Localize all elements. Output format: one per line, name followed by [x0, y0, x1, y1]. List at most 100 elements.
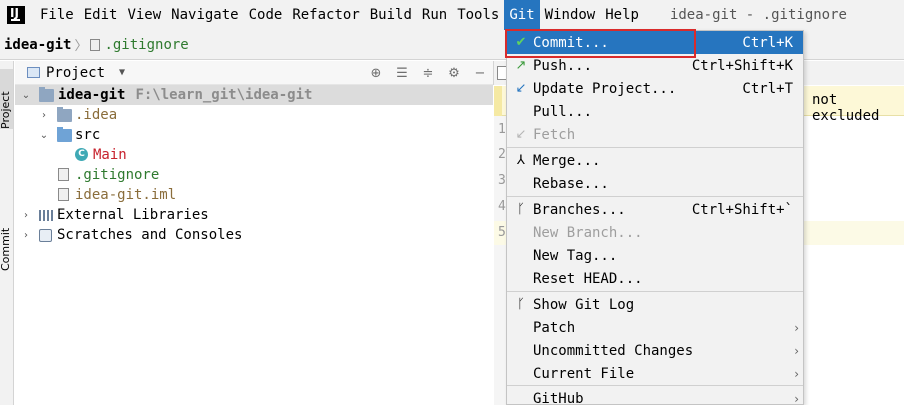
- git-menu-fetch[interactable]: ↙ Fetch: [507, 123, 803, 146]
- folder-icon: [57, 107, 72, 122]
- breadcrumb-file-label: .gitignore: [104, 36, 189, 53]
- menu-file[interactable]: File: [35, 0, 79, 30]
- tree-row-idea[interactable]: › .idea: [15, 105, 493, 125]
- menu-view[interactable]: View: [122, 0, 166, 30]
- git-menu-new-branch[interactable]: New Branch...: [507, 221, 803, 244]
- tree-iml-label: idea-git.iml: [75, 187, 177, 203]
- commit-tool-tab[interactable]: Commit: [0, 211, 13, 271]
- git-menu-pull-label: Pull...: [533, 103, 593, 120]
- menu-code[interactable]: Code: [244, 0, 288, 30]
- ignore-file-icon: [58, 168, 69, 181]
- project-panel-title[interactable]: Project: [46, 65, 105, 81]
- breadcrumb-file[interactable]: .gitignore: [90, 36, 189, 53]
- project-tree: ⌄ idea-git F:\learn_git\idea-git › .idea …: [15, 85, 493, 245]
- git-menu-current-file[interactable]: Current File ›: [507, 362, 803, 385]
- git-menu-branches[interactable]: ᚴ Branches... Ctrl+Shift+`: [507, 198, 803, 221]
- tree-root-path: F:\learn_git\idea-git: [135, 87, 313, 103]
- git-menu-show-git-log[interactable]: ᚴ Show Git Log: [507, 293, 803, 316]
- git-menu-merge[interactable]: ⅄ Merge...: [507, 149, 803, 172]
- banner-edge: [494, 86, 502, 116]
- menu-separator: [507, 385, 803, 386]
- gear-icon[interactable]: ⚙: [441, 66, 467, 81]
- project-panel-header: Project ▼ ⊕ ☰ ≑ ⚙ −: [15, 61, 493, 85]
- git-menu-new-tag[interactable]: New Tag...: [507, 244, 803, 267]
- git-menu-rebase[interactable]: Rebase...: [507, 172, 803, 195]
- tree-row-external-libraries[interactable]: › External Libraries: [15, 205, 493, 225]
- git-menu-reset-head-label: Reset HEAD...: [533, 270, 643, 287]
- window-title: idea-git - .gitignore: [669, 7, 847, 23]
- library-icon: [39, 210, 53, 221]
- chevron-down-icon[interactable]: ⌄: [39, 130, 49, 141]
- git-menu-update-project[interactable]: ↙ Update Project... Ctrl+T: [507, 77, 803, 100]
- merge-icon: ⅄: [517, 153, 525, 168]
- git-menu-merge-label: Merge...: [533, 152, 601, 169]
- branch-icon: ᚴ: [517, 202, 525, 217]
- breadcrumb-separator-icon: 〉: [74, 39, 88, 54]
- chevron-right-icon[interactable]: ›: [39, 110, 49, 121]
- chevron-right-icon: ›: [794, 366, 799, 381]
- tree-row-root[interactable]: ⌄ idea-git F:\learn_git\idea-git: [15, 85, 493, 105]
- chevron-down-icon[interactable]: ⌄: [21, 90, 31, 101]
- git-menu-push-label: Push...: [533, 57, 593, 74]
- update-arrow-icon: ↙: [515, 81, 527, 96]
- chevron-down-icon[interactable]: ▼: [119, 67, 125, 78]
- git-menu-reset-head[interactable]: Reset HEAD...: [507, 267, 803, 290]
- tree-gitignore-label: .gitignore: [75, 167, 160, 183]
- expand-all-icon[interactable]: ☰: [389, 66, 415, 81]
- menu-navigate[interactable]: Navigate: [166, 0, 243, 30]
- git-menu-github-label: GitHub: [533, 390, 584, 405]
- git-menu-new-branch-label: New Branch...: [533, 224, 643, 241]
- chevron-right-icon: ›: [794, 391, 799, 405]
- chevron-right-icon: ›: [794, 343, 799, 358]
- tree-row-gitignore[interactable]: .gitignore: [15, 165, 493, 185]
- menu-edit[interactable]: Edit: [79, 0, 123, 30]
- menu-tools[interactable]: Tools: [452, 0, 504, 30]
- menu-window[interactable]: Window: [540, 0, 601, 30]
- collapse-all-icon[interactable]: ≑: [415, 66, 441, 81]
- menu-git[interactable]: Git: [504, 0, 540, 30]
- chevron-right-icon[interactable]: ›: [21, 230, 31, 241]
- git-menu-show-git-log-label: Show Git Log: [533, 296, 635, 313]
- project-panel: Project ▼ ⊕ ☰ ≑ ⚙ − ⌄ idea-git F:\learn_g…: [15, 61, 493, 405]
- tree-row-scratches[interactable]: › Scratches and Consoles: [15, 225, 493, 245]
- git-menu-patch[interactable]: Patch ›: [507, 316, 803, 339]
- git-menu-pull[interactable]: Pull...: [507, 100, 803, 123]
- project-tool-tab-label: Project: [0, 91, 12, 129]
- chevron-right-icon: ›: [794, 320, 799, 335]
- commit-highlight-box: [505, 29, 696, 58]
- locate-file-icon[interactable]: ⊕: [363, 66, 389, 81]
- git-menu-update-shortcut: Ctrl+T: [742, 80, 793, 97]
- git-menu-uncommitted-changes[interactable]: Uncommitted Changes ›: [507, 339, 803, 362]
- git-menu-uncommitted-label: Uncommitted Changes: [533, 342, 694, 359]
- line-number: 3: [498, 173, 506, 188]
- git-menu-push-shortcut: Ctrl+Shift+K: [691, 57, 793, 74]
- hide-icon[interactable]: −: [467, 66, 493, 81]
- breadcrumb-project[interactable]: idea-git: [4, 37, 71, 53]
- module-file-icon: [58, 188, 69, 201]
- menu-build[interactable]: Build: [365, 0, 417, 30]
- panel-toolbar: ⊕ ☰ ≑ ⚙ −: [363, 61, 493, 85]
- chevron-right-icon[interactable]: ›: [21, 210, 31, 221]
- project-tool-tab[interactable]: Project: [0, 69, 13, 129]
- banner-text: not excluded: [812, 92, 880, 124]
- menu-run[interactable]: Run: [417, 0, 452, 30]
- menu-refactor[interactable]: Refactor: [287, 0, 364, 30]
- tree-idea-label: .idea: [75, 107, 118, 123]
- tree-row-src[interactable]: ⌄ src: [15, 125, 493, 145]
- ignore-file-icon: [90, 38, 101, 51]
- menu-bar: IJ File Edit View Navigate Code Refactor…: [0, 0, 904, 30]
- tree-row-main[interactable]: C Main: [15, 145, 493, 165]
- project-folder-icon: [39, 87, 54, 102]
- tree-row-iml[interactable]: idea-git.iml: [15, 185, 493, 205]
- git-menu-patch-label: Patch: [533, 319, 576, 336]
- menu-separator: [507, 291, 803, 292]
- menu-help[interactable]: Help: [600, 0, 644, 30]
- tree-scratches-label: Scratches and Consoles: [57, 227, 243, 243]
- git-log-icon: ᚴ: [517, 297, 525, 312]
- git-menu-current-file-label: Current File: [533, 365, 635, 382]
- git-menu-rebase-label: Rebase...: [533, 175, 609, 192]
- commit-tool-tab-label: Commit: [0, 227, 12, 271]
- git-menu-github[interactable]: GitHub ›: [507, 387, 803, 405]
- fetch-icon: ↙: [515, 127, 527, 142]
- tree-main-label: Main: [93, 147, 127, 163]
